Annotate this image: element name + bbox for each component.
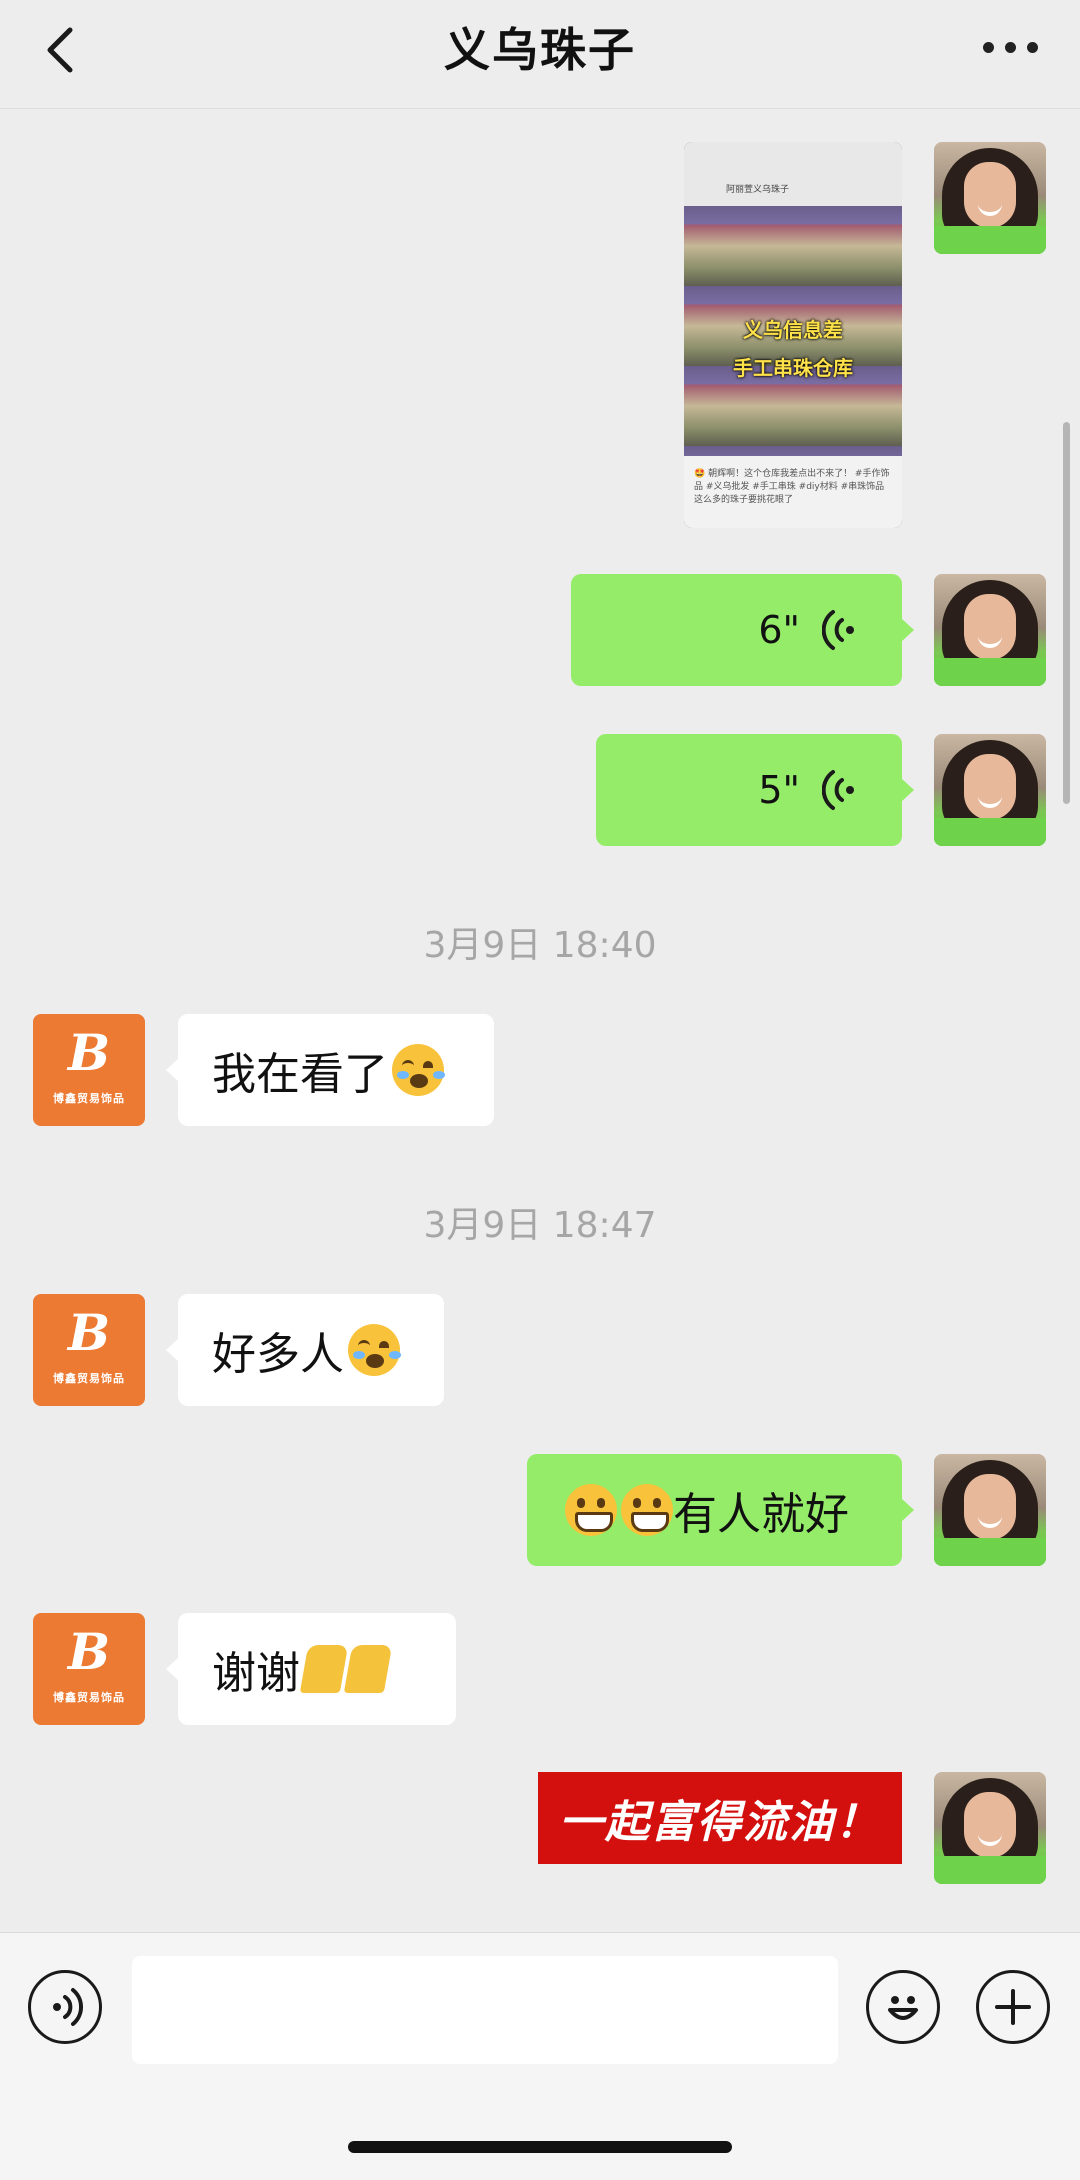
- avatar-me[interactable]: [934, 1772, 1046, 1884]
- crying-face-icon: [348, 1324, 400, 1376]
- avatar-me[interactable]: [934, 1454, 1046, 1566]
- more-options-button[interactable]: [976, 1970, 1050, 2044]
- avatar-contact[interactable]: B 博鑫贸易饰品: [33, 1613, 145, 1725]
- message-text: 我在看了: [212, 1049, 388, 1100]
- scrollbar[interactable]: [1063, 422, 1070, 804]
- chat-title: 义乌珠子: [444, 23, 636, 77]
- sticker-message[interactable]: 一起富得流油！: [538, 1772, 902, 1864]
- voice-message[interactable]: 6": [571, 574, 914, 686]
- grinning-face-icon: [621, 1484, 673, 1536]
- image-caption-2: 手工串珠仓库: [733, 356, 853, 380]
- emoji-icon: [888, 1996, 918, 2020]
- voice-icon: [53, 1988, 84, 2026]
- image-account-name: 阿丽萱义乌珠子: [726, 185, 790, 195]
- home-indicator[interactable]: [348, 2141, 732, 2153]
- avatar-me[interactable]: [934, 734, 1046, 846]
- message-text: 有人就好: [673, 1489, 849, 1540]
- grinning-face-icon: [565, 1484, 617, 1536]
- plus-icon: [995, 1989, 1031, 2025]
- avatar-me[interactable]: [934, 574, 1046, 686]
- top-bar: 义乌珠子: [0, 0, 1080, 109]
- message-bubble[interactable]: 好多人: [166, 1294, 444, 1406]
- voice-message[interactable]: 5": [596, 734, 914, 846]
- image-post-header: 阿丽萱义乌珠子: [684, 142, 902, 206]
- brand-logo-text: 博鑫贸易饰品: [53, 1092, 125, 1105]
- message-bubble[interactable]: 有人就好: [527, 1454, 914, 1566]
- message-text: 好多人: [212, 1329, 344, 1380]
- image-post-text: 🤩 朝辉啊！这个仓库我差点出不来了！ #手作饰品 #义乌批发 #手工串珠 #di…: [694, 469, 890, 505]
- image-caption-1: 义乌信息差: [743, 318, 843, 342]
- voice-wave-icon: [822, 770, 854, 810]
- shared-image-message[interactable]: 阿丽萱义乌珠子 义乌信息差 手工串珠仓库 🤩 朝辉啊！这个仓库我差点出不来了！ …: [684, 142, 902, 528]
- more-dots-icon: [982, 41, 994, 53]
- more-button[interactable]: [965, 22, 1055, 72]
- crying-face-icon: [392, 1044, 444, 1096]
- folded-hands-icon: [343, 1645, 393, 1693]
- emoji-button[interactable]: [866, 1970, 940, 2044]
- avatar-me[interactable]: [934, 142, 1046, 254]
- message-bubble[interactable]: 谢谢: [166, 1613, 456, 1725]
- brand-logo-letter: B: [67, 1023, 111, 1082]
- voice-duration: 6": [758, 608, 800, 652]
- folded-hands-icon: [299, 1645, 349, 1693]
- avatar-contact[interactable]: B 博鑫贸易饰品: [33, 1014, 145, 1126]
- message-bubble[interactable]: 我在看了: [166, 1014, 494, 1126]
- timestamp: 3月9日 18:40: [423, 925, 657, 966]
- voice-duration: 5": [758, 768, 800, 812]
- image-post-footer: 🤩 朝辉啊！这个仓库我差点出不来了！ #手作饰品 #义乌批发 #手工串珠 #di…: [684, 456, 902, 528]
- voice-wave-icon: [822, 610, 854, 650]
- message-text: 谢谢: [212, 1648, 300, 1699]
- timestamp: 3月9日 18:47: [423, 1205, 657, 1246]
- voice-input-button[interactable]: [28, 1970, 102, 2044]
- message-input[interactable]: [132, 1956, 838, 2064]
- avatar-contact[interactable]: B 博鑫贸易饰品: [33, 1294, 145, 1406]
